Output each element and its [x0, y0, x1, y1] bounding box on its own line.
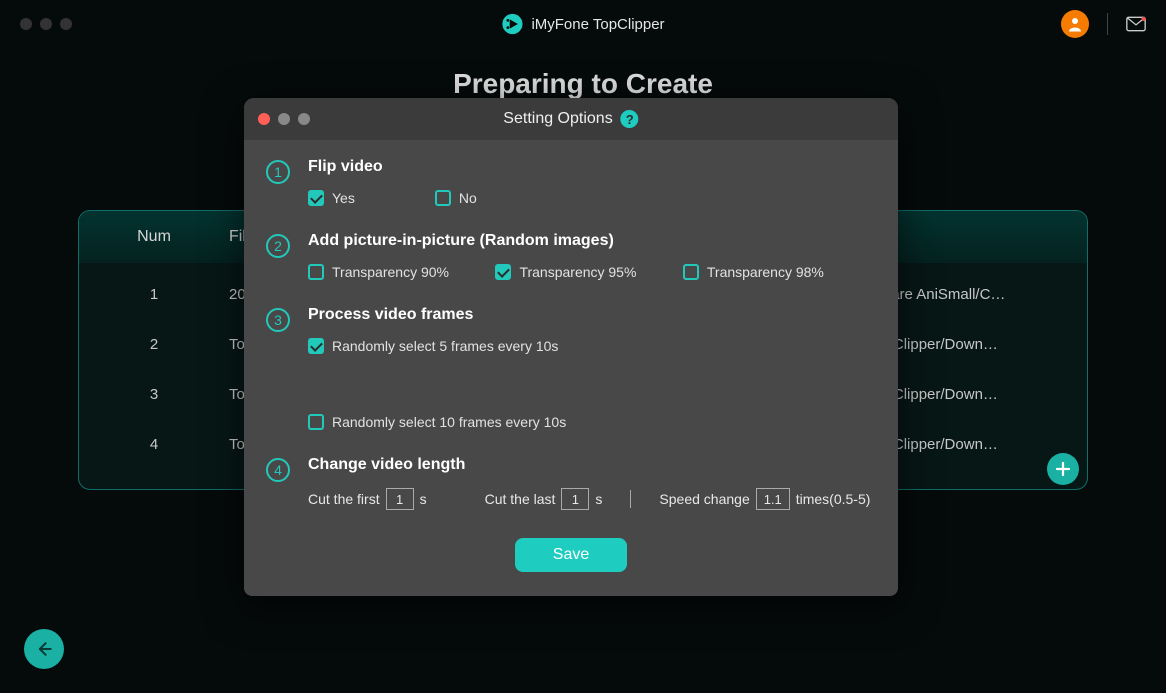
checkbox-icon	[308, 190, 324, 206]
unit-s: s	[420, 491, 427, 507]
cut-first-label: Cut the first	[308, 491, 380, 507]
dialog-window-controls	[258, 113, 310, 125]
cell-num: 2	[99, 336, 209, 353]
vertical-separator	[630, 490, 631, 508]
unit-s: s	[595, 491, 602, 507]
cut-first-input[interactable]	[386, 488, 414, 510]
dialog-close-dot[interactable]	[258, 113, 270, 125]
plus-icon	[1054, 460, 1072, 478]
checkbox-transparency-95[interactable]: Transparency 95%	[495, 264, 682, 280]
titlebar-divider	[1107, 13, 1108, 35]
section-heading: Add picture-in-picture (Random images)	[308, 232, 876, 250]
checkbox-transparency-90[interactable]: Transparency 90%	[308, 264, 495, 280]
checkbox-label: Yes	[332, 190, 355, 206]
checkbox-icon	[435, 190, 451, 206]
app-logo-icon	[501, 13, 523, 35]
minimize-dot[interactable]	[40, 18, 52, 30]
checkbox-label: Transparency 95%	[519, 264, 636, 280]
titlebar-right	[1061, 10, 1146, 38]
cell-num: 1	[99, 286, 209, 303]
dialog-maximize-dot[interactable]	[298, 113, 310, 125]
dialog-body: 1 Flip video Yes No	[244, 140, 898, 596]
cut-last-group: Cut the last s	[485, 488, 603, 510]
help-icon[interactable]: ?	[621, 110, 639, 128]
section-heading: Change video length	[308, 456, 876, 474]
dialog-titlebar: Setting Options ?	[244, 98, 898, 140]
dialog-title: Setting Options ?	[503, 110, 638, 128]
add-button[interactable]	[1047, 453, 1079, 485]
settings-dialog: Setting Options ? 1 Flip video Yes	[244, 98, 898, 596]
close-dot[interactable]	[20, 18, 32, 30]
step-number: 1	[266, 160, 290, 184]
back-button[interactable]	[24, 629, 64, 669]
section-heading: Process video frames	[308, 306, 876, 324]
window-controls	[20, 18, 72, 30]
dialog-minimize-dot[interactable]	[278, 113, 290, 125]
section-pip: 2 Add picture-in-picture (Random images)…	[266, 232, 876, 296]
checkbox-icon	[495, 264, 511, 280]
cut-last-input[interactable]	[561, 488, 589, 510]
cell-num: 3	[99, 386, 209, 403]
save-button[interactable]: Save	[515, 538, 627, 572]
checkbox-transparency-98[interactable]: Transparency 98%	[683, 264, 870, 280]
checkbox-frames-5[interactable]: Randomly select 5 frames every 10s	[308, 338, 558, 354]
checkbox-label: Randomly select 10 frames every 10s	[332, 414, 566, 430]
speed-group: Speed change times(0.5-5)	[659, 488, 870, 510]
checkbox-label: Transparency 98%	[707, 264, 824, 280]
checkbox-icon	[308, 338, 324, 354]
checkbox-icon	[308, 264, 324, 280]
maximize-dot[interactable]	[60, 18, 72, 30]
step-number: 4	[266, 458, 290, 482]
section-frames: 3 Process video frames Randomly select 5…	[266, 306, 876, 446]
checkbox-icon	[683, 264, 699, 280]
cut-last-label: Cut the last	[485, 491, 556, 507]
app-title-text: iMyFone TopClipper	[531, 16, 664, 33]
mail-icon[interactable]	[1126, 16, 1146, 32]
checkbox-label: Transparency 90%	[332, 264, 449, 280]
cut-first-group: Cut the first s	[308, 488, 427, 510]
checkbox-frames-10[interactable]: Randomly select 10 frames every 10s	[308, 414, 566, 430]
user-avatar[interactable]	[1061, 10, 1089, 38]
page-heading: Preparing to Create	[40, 68, 1126, 100]
section-length: 4 Change video length Cut the first s Cu…	[266, 456, 876, 528]
user-icon	[1066, 15, 1084, 33]
times-label: times(0.5-5)	[796, 491, 871, 507]
main-titlebar: iMyFone TopClipper	[0, 0, 1166, 48]
dialog-title-text: Setting Options	[503, 110, 612, 128]
arrow-left-icon	[34, 639, 54, 659]
checkbox-label: No	[459, 190, 477, 206]
col-header-num: Num	[99, 228, 209, 246]
checkbox-icon	[308, 414, 324, 430]
section-heading: Flip video	[308, 158, 876, 176]
step-number: 3	[266, 308, 290, 332]
app-title: iMyFone TopClipper	[501, 13, 664, 35]
main-window: iMyFone TopClipper Preparing to Create N…	[0, 0, 1166, 693]
speed-label: Speed change	[659, 491, 749, 507]
checkbox-label: Randomly select 5 frames every 10s	[332, 338, 558, 354]
step-number: 2	[266, 234, 290, 258]
section-flip-video: 1 Flip video Yes No	[266, 158, 876, 222]
checkbox-yes[interactable]: Yes	[308, 190, 355, 206]
speed-input[interactable]	[756, 488, 790, 510]
cell-num: 4	[99, 436, 209, 453]
checkbox-no[interactable]: No	[435, 190, 477, 206]
